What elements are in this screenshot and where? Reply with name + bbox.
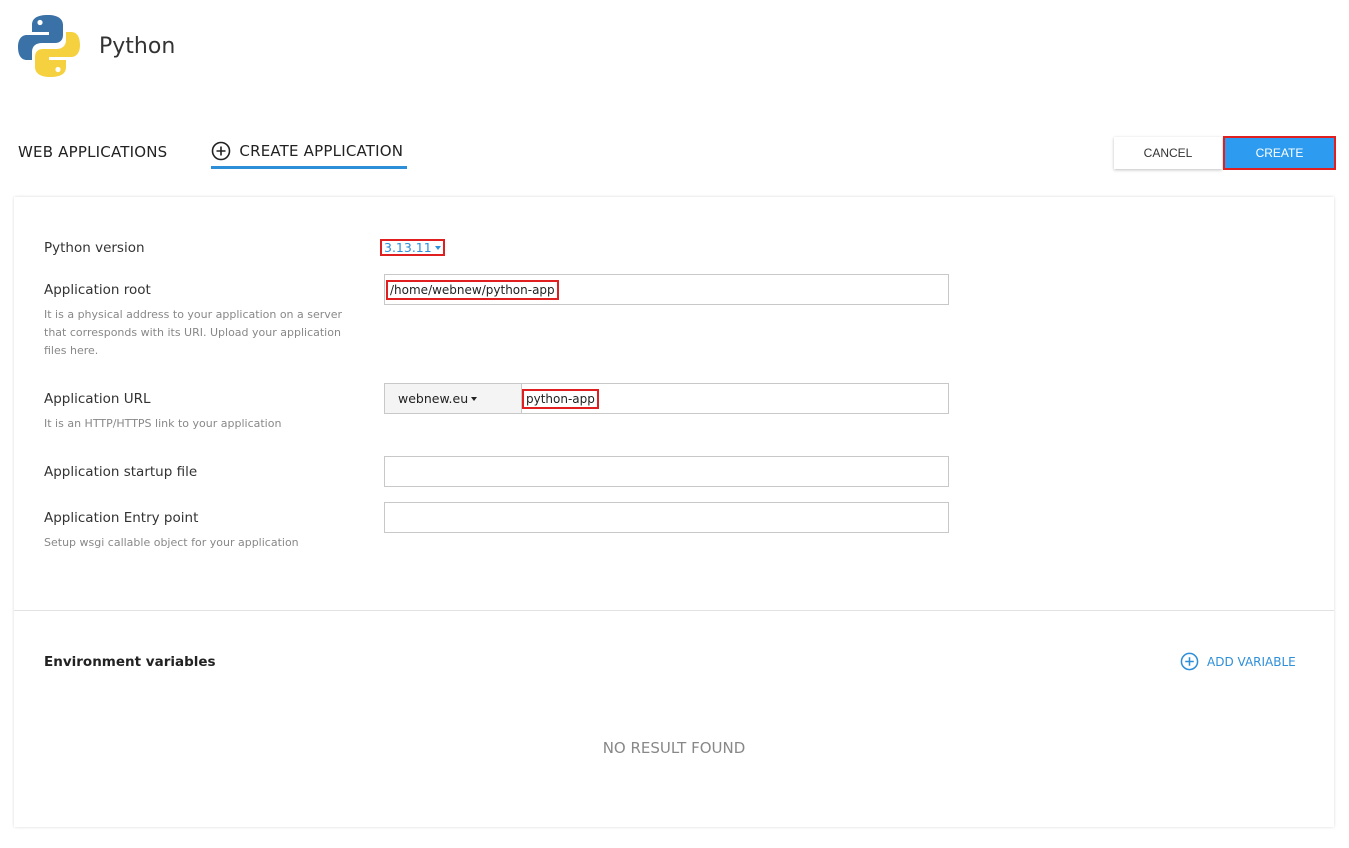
python-version-select[interactable]: 3.13.11 [380, 239, 445, 256]
env-variables-title: Environment variables [44, 654, 216, 670]
plus-circle-icon [1180, 652, 1199, 671]
caret-down-icon [434, 246, 441, 250]
app-url-help: It is an HTTP/HTTPS link to your applica… [44, 417, 282, 430]
app-header: Python [18, 14, 175, 78]
python-logo-icon [18, 15, 80, 77]
app-url-label: Application URL [44, 391, 151, 407]
python-version-value: 3.13.11 [384, 240, 432, 255]
plus-circle-icon [211, 141, 231, 161]
caret-down-icon [471, 397, 478, 401]
create-button[interactable]: CREATE [1223, 136, 1336, 170]
tab-create-application-label: CREATE APPLICATION [239, 142, 404, 160]
domain-value: webnew.eu [398, 391, 469, 406]
app-root-value: /home/webnew/python-app [386, 280, 559, 300]
app-root-label: Application root [44, 282, 151, 298]
page-title: Python [99, 33, 176, 59]
app-root-help: It is a physical address to your applica… [44, 308, 343, 357]
tab-bar: WEB APPLICATIONS CREATE APPLICATION [18, 136, 408, 169]
app-root-input[interactable]: /home/webnew/python-app [384, 274, 949, 305]
startup-file-input[interactable] [384, 456, 949, 487]
section-divider [14, 610, 1334, 611]
app-url-field: webnew.eu python-app [384, 383, 949, 414]
create-app-form-card: Python version 3.13.11 Application root … [14, 197, 1334, 827]
entry-point-label: Application Entry point [44, 510, 199, 526]
cancel-button[interactable]: CANCEL [1114, 137, 1222, 169]
empty-state-text: NO RESULT FOUND [602, 739, 746, 757]
entry-point-input[interactable] [384, 502, 949, 533]
add-variable-label: ADD VARIABLE [1207, 654, 1296, 669]
tab-web-applications[interactable]: WEB APPLICATIONS [18, 136, 167, 167]
python-version-label: Python version [44, 240, 145, 256]
domain-select[interactable]: webnew.eu [385, 384, 522, 413]
entry-point-help: Setup wsgi callable object for your appl… [44, 536, 299, 549]
startup-file-label: Application startup file [44, 464, 198, 480]
add-variable-button[interactable]: ADD VARIABLE [1180, 652, 1296, 671]
tab-create-application[interactable]: CREATE APPLICATION [211, 136, 408, 169]
app-url-path-input[interactable]: python-app [522, 389, 599, 409]
